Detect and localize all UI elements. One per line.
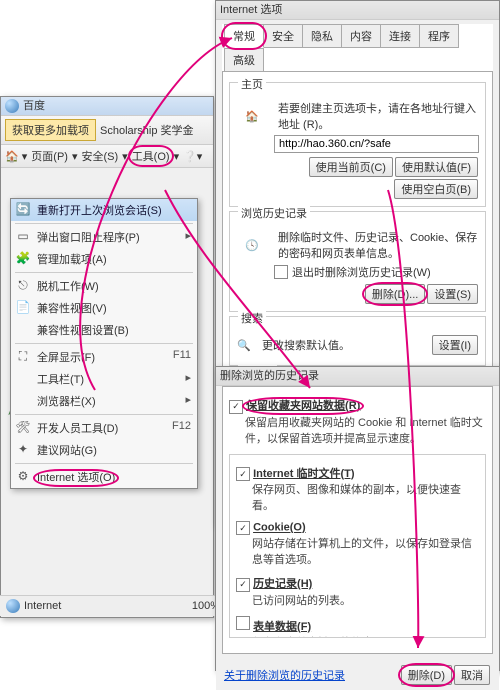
tab-conn[interactable]: 连接: [380, 24, 420, 48]
mi-reopen[interactable]: 🔄重新打开上次浏览会话(S): [11, 199, 197, 221]
tab-adv[interactable]: 高级: [224, 48, 264, 72]
star-icon: ✦: [15, 441, 31, 457]
use-default[interactable]: 使用默认值(F): [395, 157, 478, 177]
group-search: 搜索 🔍更改搜索默认值。设置(I): [229, 316, 486, 366]
search-legend: 搜索: [238, 310, 266, 326]
globe-icon: [5, 99, 19, 113]
use-current[interactable]: 使用当前页(C): [309, 157, 393, 177]
browser-tab[interactable]: Scholarship 奖学金: [100, 122, 194, 138]
compat-icon: 📄: [15, 299, 31, 315]
group-home: 主页 🏠若要创建主页选项卡，请在各地址行键入地址 (R)。 使用当前页(C)使用…: [229, 82, 486, 207]
hist-hint: 删除临时文件、历史记录、Cookie、保存的密码和网页表单信息。: [278, 229, 479, 261]
tab-content[interactable]: 内容: [341, 24, 381, 48]
tab-security[interactable]: 安全: [263, 24, 303, 48]
history-icon: 🕓: [236, 229, 268, 261]
desc-temp: 保存网页、图像和媒体的副本，以便快速查看。: [252, 481, 479, 513]
group-history: 浏览历史记录 🕓删除临时文件、历史记录、Cookie、保存的密码和网页表单信息。…: [229, 211, 486, 312]
refresh-icon: 🔄: [15, 201, 31, 217]
status-text: Internet: [24, 600, 61, 612]
lbl-temp: Internet 临时文件(T): [253, 468, 354, 480]
browser-toolbar: 🏠 ▾ 页面(P)▾ 安全(S)▾ 工具(O)▾ ❔▾: [1, 145, 213, 168]
home-url[interactable]: [274, 135, 479, 153]
opts-tabs: 常规安全隐私内容连接程序高级: [222, 24, 493, 72]
desc-hist: 已访问网站的列表。: [252, 592, 479, 608]
popup-icon: ▭: [15, 228, 31, 244]
mi-sugg[interactable]: ✦建议网站(G): [11, 439, 197, 461]
tools-menu[interactable]: 工具(O): [132, 148, 170, 164]
history-settings-btn[interactable]: 设置(S): [427, 284, 478, 304]
mi-offline[interactable]: ⎋脱机工作(W): [11, 275, 197, 297]
home-legend: 主页: [238, 76, 266, 92]
keep-fav-chk[interactable]: ✓: [229, 400, 243, 414]
keep-fav-lbl: 保留收藏夹网站数据(R): [246, 400, 360, 412]
help-icon[interactable]: ❔▾: [183, 150, 202, 163]
chk-temp[interactable]: ✓: [236, 467, 250, 481]
mi-compat[interactable]: 📄兼容性视图(V): [11, 297, 197, 319]
chk-form[interactable]: [236, 616, 250, 630]
delete-history-dialog: 删除浏览的历史记录 ✓ 保留收藏夹网站数据(R) 保留启用收藏夹网站的 Cook…: [215, 366, 500, 671]
desc-form: 保存在表单中键入的信息。: [252, 634, 479, 638]
use-blank[interactable]: 使用空白页(B): [394, 179, 478, 199]
browser-title: 百度: [23, 100, 45, 112]
hist-legend: 浏览历史记录: [238, 205, 310, 221]
home-hint: 若要创建主页选项卡，请在各地址行键入地址 (R)。: [278, 100, 479, 132]
del-titlebar: 删除浏览的历史记录: [216, 367, 499, 386]
history-delete-btn[interactable]: 删除(D)...: [365, 284, 425, 304]
browser-tab-active[interactable]: 获取更多加载项: [5, 119, 96, 141]
search-icon: 🔍: [236, 337, 252, 353]
keep-fav-desc: 保留启用收藏夹网站的 Cookie 和 Internet 临时文件，以保留首选项…: [245, 414, 486, 446]
dev-icon: 🛠: [15, 419, 31, 435]
chk-hist[interactable]: ✓: [236, 578, 250, 592]
tab-general[interactable]: 常规: [224, 24, 264, 48]
mi-inet-options[interactable]: ⚙Internet 选项(O): [11, 466, 197, 488]
mi-popup[interactable]: ▭弹出窗口阻止程序(P)▸: [11, 226, 197, 248]
gear-icon: ⚙: [15, 468, 31, 484]
tab-privacy[interactable]: 隐私: [302, 24, 342, 48]
lbl-cookie: Cookie(O): [253, 522, 306, 534]
mi-full[interactable]: ⛶全屏显示(F)F11: [11, 346, 197, 368]
delete-btn[interactable]: 删除(D): [401, 665, 452, 685]
offline-icon: ⎋: [15, 277, 31, 293]
fullscreen-icon: ⛶: [15, 348, 31, 364]
search-settings[interactable]: 设置(I): [432, 335, 478, 355]
mi-toolbar[interactable]: 工具栏(T)▸: [11, 368, 197, 390]
del-cancel-btn[interactable]: 取消: [454, 665, 490, 685]
page-menu[interactable]: 页面(P): [31, 148, 68, 164]
desc-cookie: 网站存储在计算机上的文件，以保存如登录信息等首选项。: [252, 535, 479, 567]
chk-cookie[interactable]: ✓: [236, 521, 250, 535]
opts-titlebar: Internet 选项: [216, 1, 499, 20]
tools-dropdown: 🔄重新打开上次浏览会话(S) ▭弹出窗口阻止程序(P)▸ 🧩管理加载项(A) ⎋…: [10, 198, 198, 489]
about-delete-link[interactable]: 关于删除浏览的历史记录: [224, 667, 345, 683]
globe-icon: [6, 599, 20, 613]
browser-titlebar: 百度: [1, 97, 213, 116]
lbl-hist: 历史记录(H): [253, 578, 312, 590]
tab-prog[interactable]: 程序: [419, 24, 459, 48]
statusbar: Internet 100%: [0, 595, 226, 616]
exit-del-chk[interactable]: [274, 265, 288, 279]
browser-tabstrip: 获取更多加载项 Scholarship 奖学金: [1, 116, 213, 145]
lbl-form: 表单数据(F): [253, 621, 311, 633]
mi-compatset[interactable]: 兼容性视图设置(B): [11, 319, 197, 341]
addon-icon: 🧩: [15, 250, 31, 266]
home-icon: 🏠: [236, 100, 268, 132]
exit-del-lbl: 退出时删除浏览历史记录(W): [292, 264, 431, 280]
search-hint: 更改搜索默认值。: [262, 337, 427, 353]
mi-addons[interactable]: 🧩管理加载项(A): [11, 248, 197, 270]
safety-menu[interactable]: 安全(S): [81, 148, 118, 164]
mi-dev[interactable]: 🛠开发人员工具(D)F12: [11, 417, 197, 439]
home-icon[interactable]: 🏠 ▾: [5, 150, 27, 163]
mi-explorer[interactable]: 浏览器栏(X)▸: [11, 390, 197, 412]
